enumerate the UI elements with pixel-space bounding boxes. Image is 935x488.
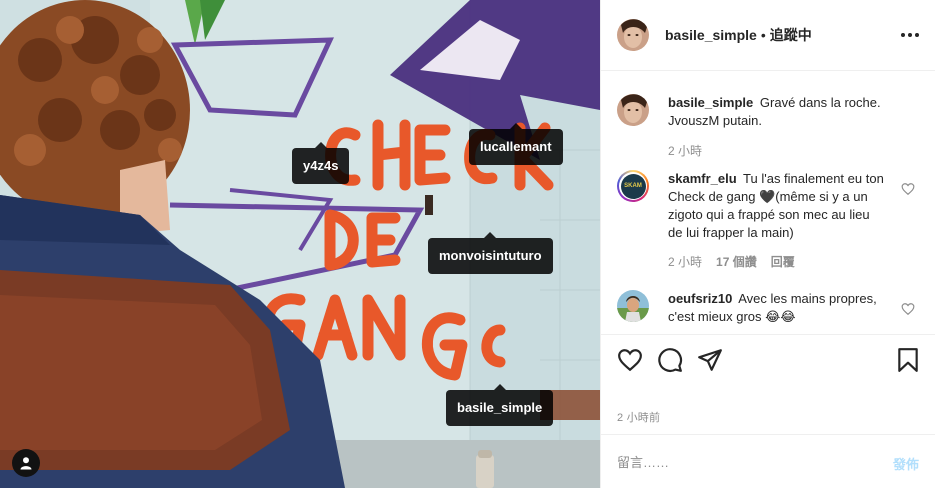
comment-username[interactable]: skamfr_elu bbox=[668, 171, 737, 186]
comment-username[interactable]: oeufsriz10 bbox=[668, 291, 732, 306]
comment-time[interactable]: 2 小時 bbox=[668, 253, 702, 271]
author-avatar[interactable] bbox=[617, 19, 649, 51]
comment-time[interactable]: 2 小時 bbox=[668, 142, 702, 160]
commenter-avatar[interactable] bbox=[617, 94, 649, 126]
post-dialog: y4z4s lucallemant monvoisintuturo basile… bbox=[0, 0, 935, 488]
comment-item: oeufsriz10 Avec les mains propres, c'est… bbox=[617, 290, 919, 326]
comments-list[interactable]: basile_simple Gravé dans la roche. Jvous… bbox=[601, 72, 935, 334]
skam-logo: SKAM bbox=[624, 183, 642, 189]
comment-input[interactable] bbox=[617, 451, 867, 473]
more-options-icon[interactable] bbox=[901, 26, 919, 44]
photo-tag[interactable]: lucallemant bbox=[469, 123, 563, 165]
heart-icon[interactable] bbox=[617, 347, 643, 373]
commenter-avatar[interactable]: SKAM bbox=[617, 170, 649, 202]
separator-dot: • bbox=[760, 27, 766, 43]
post-timestamp[interactable]: 2 小時前 bbox=[617, 409, 660, 425]
post-header: basile_simple • 追蹤中 bbox=[601, 0, 935, 71]
user-tags-icon[interactable] bbox=[12, 449, 40, 477]
photo-tag[interactable]: monvoisintuturo bbox=[428, 232, 553, 274]
follow-status-button[interactable]: 追蹤中 bbox=[770, 25, 812, 45]
post-side-panel: basile_simple • 追蹤中 basile_simple Gravé … bbox=[600, 0, 935, 488]
comment-icon[interactable] bbox=[657, 347, 683, 373]
photo-tag[interactable]: basile_simple bbox=[446, 384, 554, 426]
comment-composer: 發佈 bbox=[601, 434, 935, 488]
commenter-avatar[interactable] bbox=[617, 290, 649, 322]
post-photo[interactable]: y4z4s lucallemant monvoisintuturo basile… bbox=[0, 0, 600, 488]
comment-username[interactable]: basile_simple bbox=[668, 95, 753, 110]
person-icon bbox=[20, 457, 32, 470]
comment-item: SKAM skamfr_elu Tu l'as finalement eu to… bbox=[617, 170, 919, 271]
post-actions-bar bbox=[601, 334, 935, 388]
comment-likes[interactable]: 17 個讚 bbox=[716, 253, 757, 271]
comment-item: basile_simple Gravé dans la roche. Jvous… bbox=[617, 94, 919, 160]
photo-tag[interactable]: y4z4s bbox=[292, 142, 350, 184]
heart-icon[interactable] bbox=[901, 302, 915, 316]
bookmark-icon[interactable] bbox=[895, 347, 921, 373]
post-comment-button[interactable]: 發佈 bbox=[893, 454, 919, 473]
heart-icon[interactable] bbox=[901, 182, 915, 196]
author-username[interactable]: basile_simple bbox=[665, 27, 757, 43]
reply-button[interactable]: 回覆 bbox=[771, 253, 795, 271]
paper-plane-icon[interactable] bbox=[697, 347, 723, 373]
